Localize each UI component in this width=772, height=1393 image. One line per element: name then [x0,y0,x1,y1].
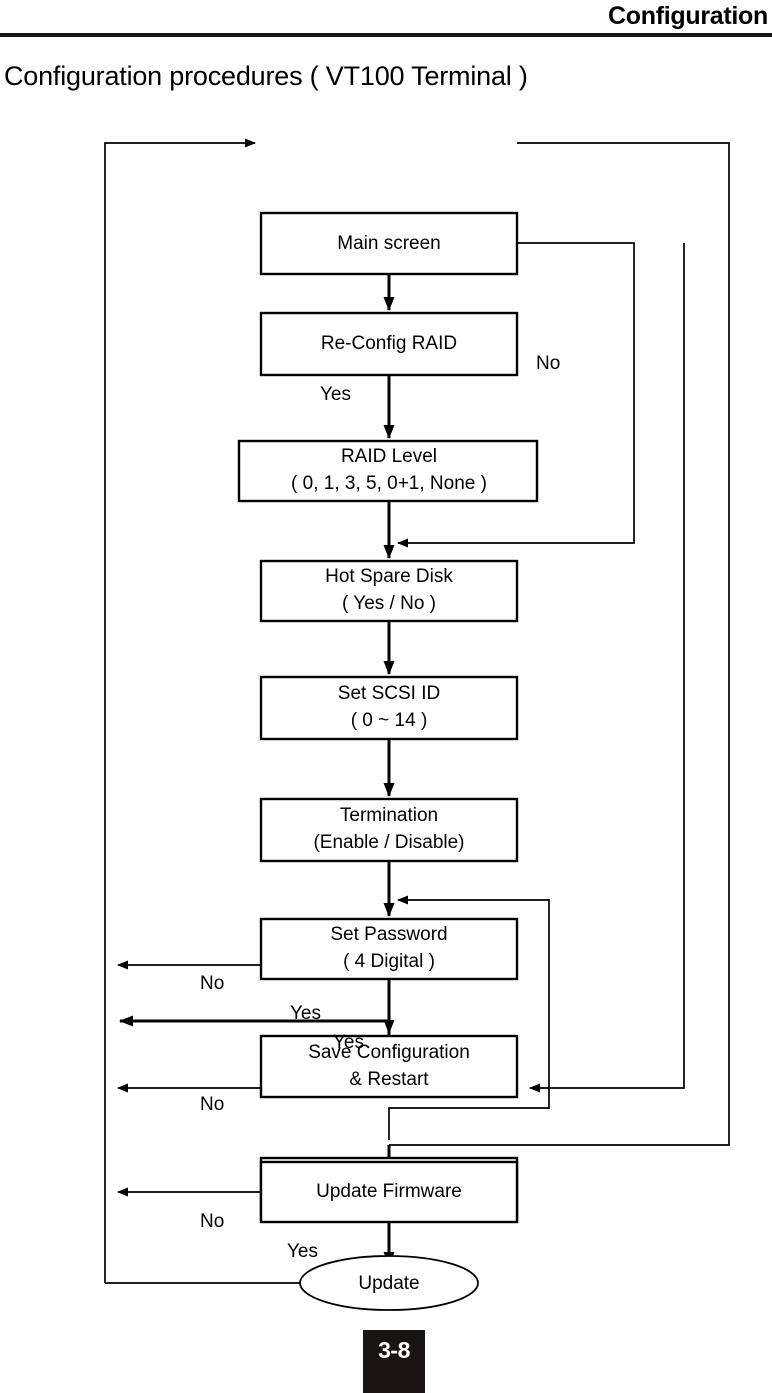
node-raid-level-line-1: ( 0, 1, 3, 5, 0+1, None ) [291,473,487,494]
node-set-password[interactable]: Set Password ( 4 Digital ) [259,917,519,981]
node-hot-spare-disk-line-1: ( Yes / No ) [342,593,436,614]
node-set-scsi-id[interactable]: Set SCSI ID ( 0 ~ 14 ) [259,675,519,741]
running-head: Configuration [608,2,768,30]
node-hot-spare-disk[interactable]: Hot Spare Disk ( Yes / No ) [259,559,519,623]
node-set-scsi-id-line-0: Set SCSI ID [338,683,440,704]
header-rule [0,33,772,37]
node-termination-line-0: Termination [340,805,438,826]
page-number: 3-8 [378,1337,410,1363]
edge-main-to-updatefirmware-path [389,142,730,1146]
node-termination-line-1: (Enable / Disable) [313,832,464,853]
manual-page: Configuration Configuration procedures (… [0,0,772,1393]
node-set-password-line-0: Set Password [330,924,447,945]
node-raid-level-line-0: RAID Level [341,446,437,467]
configuration-flowchart: Main screen Re-Config RAID RAID Level ( … [104,138,730,1311]
node-update-label: Update [358,1273,419,1294]
edge-label-yes-update: Yes [287,1241,318,1262]
edge-label-yes-reconfig: Yes [320,384,351,405]
edge-return-bus-to-main [104,138,256,1283]
node-set-password-line-1: ( 4 Digital ) [343,951,435,972]
node-re-config-raid[interactable]: Re-Config RAID [259,311,519,377]
edge-label-no-save: No [200,973,224,994]
node-save-configuration[interactable]: Save Configuration & Restart [259,1034,519,1099]
node-main-screen[interactable]: Main screen [259,211,519,276]
node-set-scsi-id-line-1: ( 0 ~ 14 ) [351,710,428,731]
edge-label-yes-save: Yes [290,1003,321,1024]
node-termination[interactable]: Termination (Enable / Disable) [259,797,519,863]
node-on-line-expand[interactable]: On-Line Expand (Enable) [259,1156,519,1222]
node-update-ellipse[interactable]: Update [299,1255,479,1311]
edge-label-no-reconfig: No [536,353,560,374]
node-re-config-raid-line-0: Re-Config RAID [321,333,457,354]
node-raid-level[interactable]: RAID Level ( 0, 1, 3, 5, 0+1, None ) [237,439,539,503]
node-hot-spare-disk-line-0: Hot Spare Disk [325,566,453,587]
page-title: Configuration procedures ( VT100 Termina… [4,61,528,91]
edge-label-no-expand: No [200,1094,224,1115]
node-on-line-expand-line-1: (Enable) [353,1191,425,1212]
page-number-marker: 3-8 [363,1330,425,1393]
node-on-line-expand-line-0: On-Line Expand [320,1164,457,1185]
edge-label-no-update: No [200,1211,224,1232]
node-main-screen-line-0: Main screen [337,233,441,254]
edge-label-yes-expand: Yes [333,1032,364,1053]
node-save-configuration-line-1: & Restart [349,1069,429,1090]
